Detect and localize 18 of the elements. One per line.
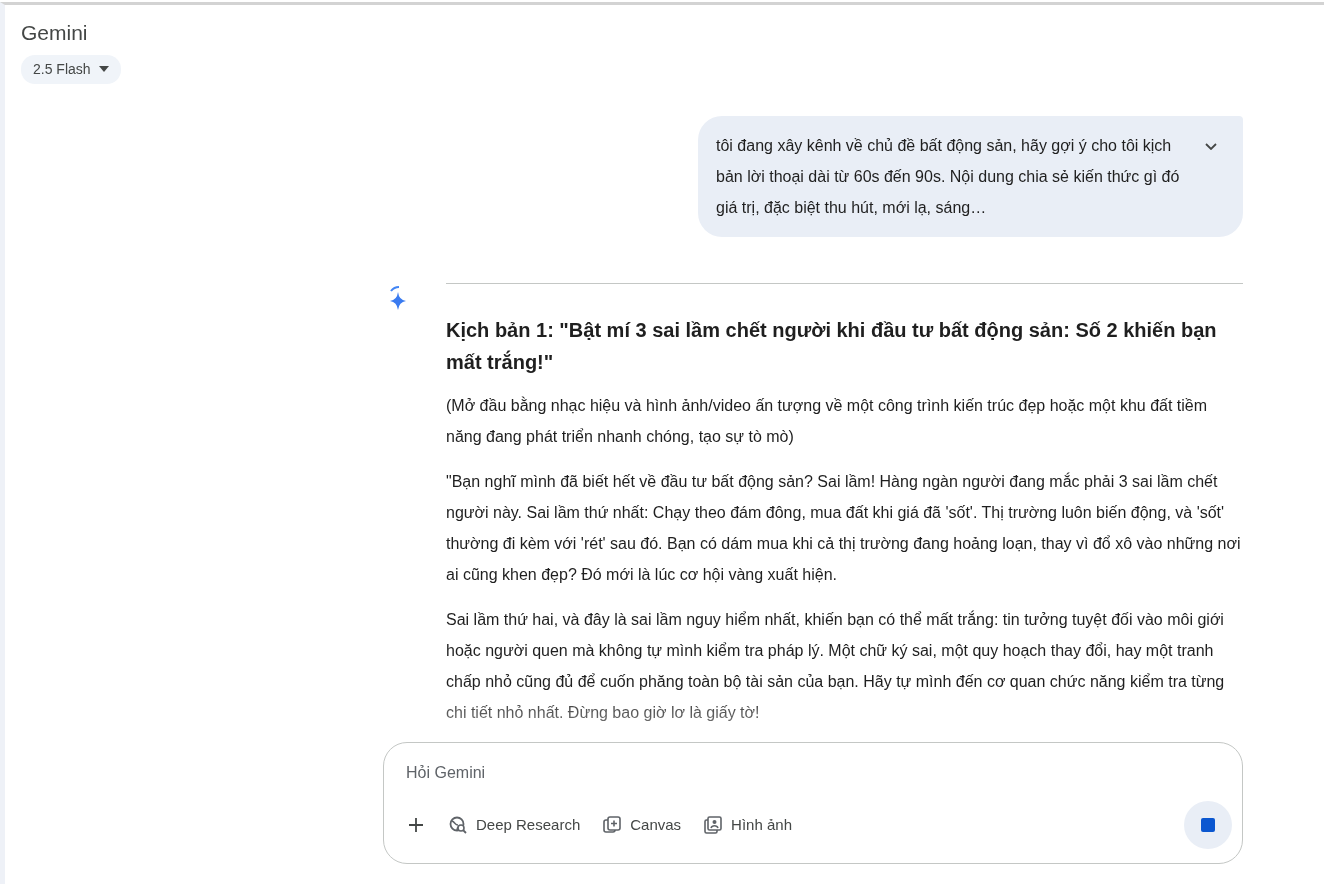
photo-stack-icon	[703, 815, 724, 835]
plus-icon	[406, 815, 426, 835]
dropdown-caret-icon	[98, 66, 109, 72]
globe-search-icon	[448, 815, 468, 835]
user-message-text: tôi đang xây kênh về chủ đề bất động sản, hãy gợi ý cho tôi kịch bản lời thoại dài từ 60s đến 90s. Nội dung chia sẻ kiến thức gì đó giá trị, đặc biệt thu hút, mới lạ, sáng…	[716, 135, 1181, 218]
response-paragraph: (Mở đầu bằng nhạc hiệu và hình ảnh/video ấn tượng về một công trình kiến trúc đẹp hoặc một khu đất tiềm năng đang phát triển nhanh chóng, tạo sự tò mò)	[446, 395, 1209, 447]
model-selector[interactable]: 2.5 Flash	[21, 54, 121, 84]
chevron-down-icon	[1205, 142, 1217, 150]
response-paragraph: Sai lầm thứ hai, và đây là sai lầm nguy hiểm nhất, khiến bạn có thể mất trắng: tin tưởng tuyệt đối vào môi giới hoặc người quen mà không tự mình kiểm tra pháp lý. Một chữ ký sai, một quy hoạch thay đổi, hay một tranh chấp nhỏ cũng đủ để cuốn phăng toàn bộ tài sản của bạn. Hãy tự mình đến cơ quan chức năng kiểm tra từng chi tiết nhỏ nhất. Đừng bao giờ lơ là giấy tờ!	[446, 609, 1226, 723]
tool-button[interactable]: Canvas	[602, 809, 682, 841]
stop-icon	[1201, 818, 1215, 832]
stop-button[interactable]	[1184, 801, 1232, 849]
tool-button[interactable]: Hình ảnh	[703, 809, 792, 841]
tool-button[interactable]: Deep Research	[448, 809, 581, 841]
response-paragraph: "Bạn nghĩ mình đã biết hết về đầu tư bất động sản? Sai lầm! Hàng ngàn người đang mắc phải 3 sai lầm chết người này. Sai lầm thứ nhất: Chạy theo đám đông, mua đất khi giá đã 'sốt'. Thị trường luôn biến động, và 'sốt' thường đi kèm với 'rét' sau đó. Bạn có dám mua khi cả thị trường đang hoảng loạn, thay vì đổ xô vào những nơi ai cũng khen đẹp? Đó mới là lúc cơ hội vàng xuất hiện.	[446, 471, 1242, 585]
response-heading: Kịch bản 1: "Bật mí 3 sai lầm chết người khi đầu tư bất động sản: Số 2 khiến bạn mất trắng!"	[446, 317, 1218, 375]
app-title: Gemini	[21, 20, 89, 46]
canvas-add-icon	[602, 815, 623, 835]
